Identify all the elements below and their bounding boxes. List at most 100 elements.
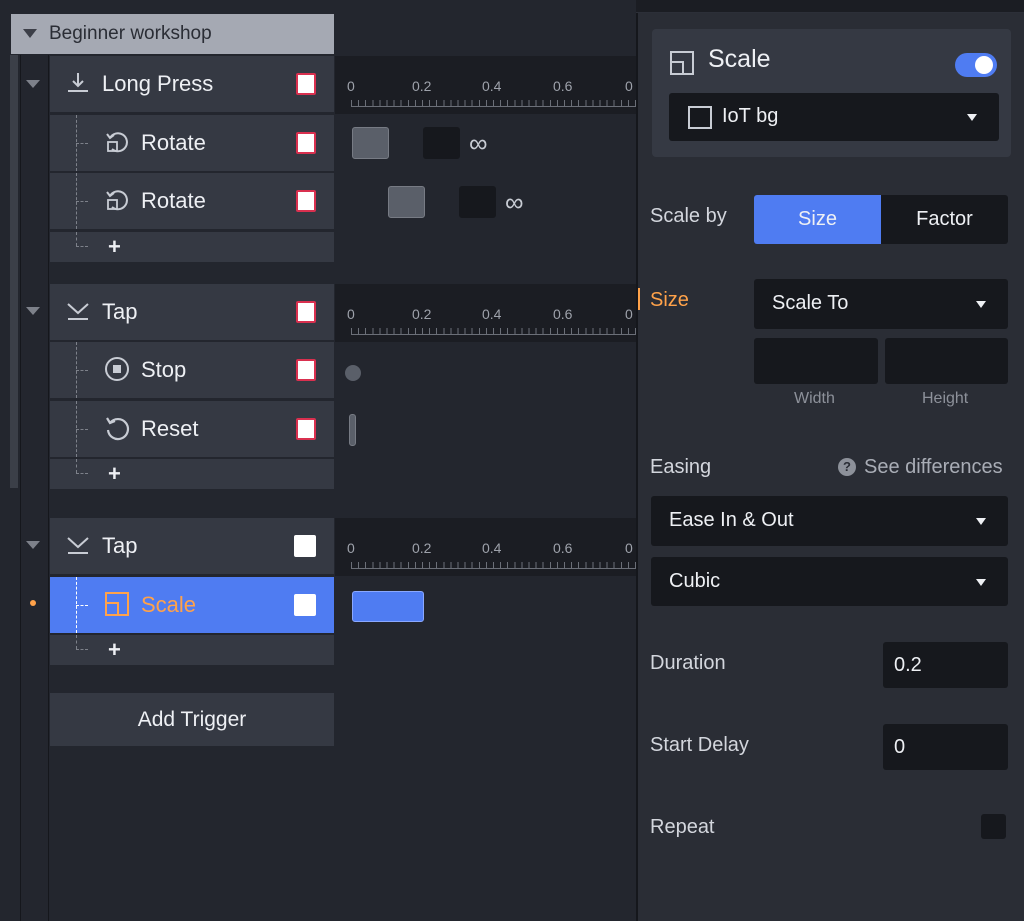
duration-input[interactable]: 0.2 — [883, 642, 1008, 688]
ruler-label: 0.4 — [482, 78, 502, 94]
collapse-triangle-icon[interactable] — [23, 29, 37, 38]
delay-block[interactable] — [423, 127, 460, 159]
trigger-row-tap[interactable]: Tap — [50, 284, 334, 340]
ruler-label: 0 — [347, 78, 355, 94]
easing-type-dropdown[interactable]: Ease In & Out — [651, 496, 1008, 546]
start-delay-label: Start Delay — [650, 734, 749, 756]
action-checkbox[interactable] — [294, 594, 316, 616]
action-header-card: Scale IoT bg — [652, 29, 1011, 157]
add-action-row[interactable]: + — [50, 459, 334, 489]
gutter-divider — [20, 55, 21, 921]
animation-block[interactable] — [388, 186, 425, 218]
collapse-triangle-icon[interactable] — [26, 80, 40, 88]
trigger-checkbox[interactable] — [296, 301, 316, 323]
tree-connector — [76, 201, 88, 202]
width-input[interactable] — [754, 338, 878, 384]
ruler-label: 0.6 — [553, 540, 573, 556]
action-checkbox[interactable] — [296, 418, 316, 440]
ruler-label: 0.2 — [412, 78, 432, 94]
add-action-button[interactable]: + — [108, 460, 121, 488]
size-mode-dropdown[interactable]: Scale To — [754, 279, 1008, 329]
scale-by-factor-option[interactable]: Factor — [881, 195, 1008, 244]
trigger-row-tap[interactable]: Tap — [50, 518, 334, 574]
width-label: Width — [794, 390, 835, 407]
size-mode-value: Scale To — [772, 292, 849, 314]
ruler-label: 0 — [625, 78, 633, 94]
action-label: Scale — [141, 592, 197, 617]
action-checkbox[interactable] — [296, 132, 316, 154]
start-delay-input[interactable]: 0 — [883, 724, 1008, 770]
collapse-triangle-icon[interactable] — [26, 541, 40, 549]
ruler-label: 0 — [347, 540, 355, 556]
inspector-panel: Scale IoT bg Scale by Size Factor Size S… — [636, 13, 1024, 921]
timeline-ruler: 0 0.2 0.4 0.6 0 — [335, 56, 636, 114]
action-label: Stop — [141, 357, 187, 382]
trigger-label: Tap — [102, 299, 138, 324]
action-label: Rotate — [141, 130, 206, 155]
size-label: Size — [650, 289, 689, 311]
layer-icon — [688, 106, 712, 129]
tree-connector — [76, 635, 77, 649]
tree-connector — [76, 143, 88, 144]
see-differences-link[interactable]: See differences — [864, 456, 1003, 479]
ruler-label: 0.6 — [553, 78, 573, 94]
ruler-label: 0.4 — [482, 540, 502, 556]
target-layer-value: IoT bg — [722, 105, 779, 127]
action-checkbox[interactable] — [296, 190, 316, 212]
target-layer-dropdown[interactable]: IoT bg — [669, 93, 999, 141]
collapse-triangle-icon[interactable] — [26, 307, 40, 315]
trigger-row-long-press[interactable]: Long Press — [50, 56, 334, 112]
chevron-down-icon — [967, 114, 977, 121]
trigger-label: Long Press — [102, 71, 214, 96]
tap-icon — [67, 537, 89, 554]
tree-connector — [76, 605, 88, 606]
tap-icon — [67, 303, 89, 320]
add-action-row[interactable]: + — [50, 635, 334, 665]
reset-icon — [106, 417, 130, 441]
action-row-rotate[interactable]: Rotate — [50, 115, 334, 171]
action-row-reset[interactable]: Reset — [50, 401, 334, 457]
toggle-knob — [975, 56, 993, 74]
action-checkbox[interactable] — [296, 359, 316, 381]
trigger-checkbox[interactable] — [296, 73, 316, 95]
ruler-label: 0.2 — [412, 306, 432, 322]
timeline-ruler: 0 0.2 0.4 0.6 0 — [335, 284, 636, 342]
tree-connector — [76, 246, 88, 247]
height-input[interactable] — [885, 338, 1008, 384]
add-action-button[interactable]: + — [108, 233, 121, 261]
ruler-label: 0.6 — [553, 306, 573, 322]
ruler-baseline — [351, 334, 636, 335]
ruler-label: 0.2 — [412, 540, 432, 556]
action-label: Rotate — [141, 188, 206, 213]
action-row-stop[interactable]: Stop — [50, 342, 334, 398]
easing-type-value: Ease In & Out — [669, 509, 794, 531]
instant-marker[interactable] — [345, 365, 361, 381]
action-row-scale[interactable]: Scale — [50, 577, 334, 633]
folder-title: Beginner workshop — [49, 23, 212, 44]
easing-curve-value: Cubic — [669, 570, 721, 592]
ruler-baseline — [351, 568, 636, 569]
chevron-down-icon — [976, 518, 986, 525]
animation-block[interactable] — [352, 591, 424, 622]
action-row-rotate[interactable]: Rotate — [50, 173, 334, 229]
repeat-checkbox[interactable] — [981, 814, 1006, 839]
scale-by-size-option[interactable]: Size — [754, 195, 881, 244]
easing-curve-dropdown[interactable]: Cubic — [651, 557, 1008, 606]
rotate-icon — [106, 190, 128, 211]
vertical-scrollbar[interactable] — [10, 55, 18, 488]
trigger-checkbox[interactable] — [294, 535, 316, 557]
timeline-ruler: 0 0.2 0.4 0.6 0 — [335, 518, 636, 576]
delay-block[interactable] — [459, 186, 496, 218]
animation-block[interactable] — [352, 127, 389, 159]
folder-header[interactable]: Beginner workshop — [11, 14, 334, 54]
infinity-icon: ∞ — [505, 187, 524, 217]
chevron-down-icon — [976, 578, 986, 586]
instant-marker[interactable] — [349, 414, 356, 446]
ruler-label: 0 — [625, 306, 633, 322]
help-icon[interactable]: ? — [838, 458, 856, 476]
add-action-button[interactable]: + — [108, 636, 121, 664]
gutter-divider — [48, 55, 49, 921]
enable-toggle[interactable] — [955, 53, 997, 77]
add-trigger-button[interactable]: Add Trigger — [50, 693, 334, 746]
add-action-row[interactable]: + — [50, 232, 334, 262]
